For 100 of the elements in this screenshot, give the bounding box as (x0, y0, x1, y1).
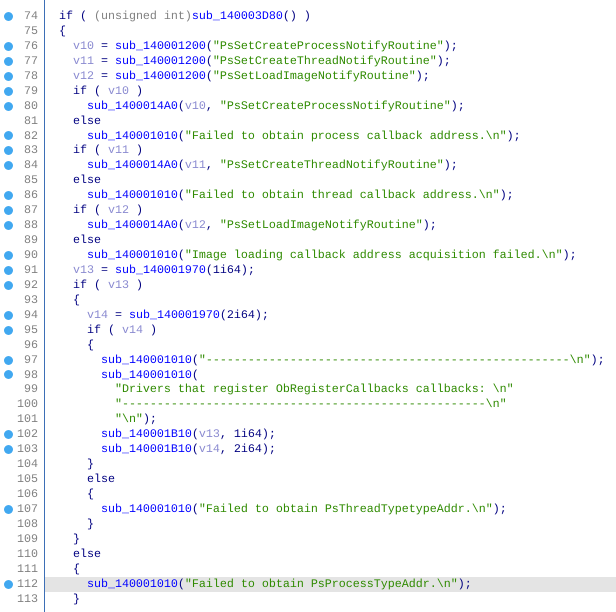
code-line: { (86, 487, 95, 502)
line-number: 106 (16, 487, 39, 502)
code-line: } (86, 457, 95, 472)
code-line: else (86, 472, 116, 487)
code-line: sub_140001010("Image loading callback address acquisition failed.\n"); (86, 248, 578, 263)
breakpoint-icon[interactable] (4, 445, 13, 454)
code-line: else (72, 546, 102, 562)
breakpoint-icon[interactable] (4, 206, 13, 216)
line-number: 84 (23, 158, 39, 174)
breakpoint-icon[interactable] (4, 504, 13, 514)
breakpoint-icon[interactable] (4, 72, 13, 81)
breakpoint-icon[interactable] (4, 102, 13, 111)
line-number: 93 (23, 292, 39, 308)
code-line: } (72, 592, 81, 606)
line-number: 88 (23, 218, 39, 234)
breakpoint-icon[interactable] (4, 161, 13, 170)
code-line: v14 = sub_140001970(2i64); (86, 308, 270, 323)
line-number: 77 (23, 54, 39, 69)
line-number: 104 (16, 457, 39, 472)
breakpoint-icon[interactable] (4, 56, 13, 66)
code-line: sub_140001B10(v13, 1i64); (100, 427, 277, 442)
code-line: v11 = sub_140001200("PsSetCreateThreadNotifyRoutine"); (72, 54, 452, 69)
code-line: if ( v14 ) (86, 322, 158, 338)
line-number: 95 (23, 322, 39, 338)
code-line: if ( v10 ) (72, 84, 144, 99)
line-number: 76 (23, 38, 39, 54)
line-number: 92 (23, 278, 39, 293)
code-line: "\n"); (114, 412, 158, 428)
line-number: 89 (23, 233, 39, 248)
line-number: 86 (23, 188, 39, 204)
line-number: 79 (23, 84, 39, 99)
breakpoint-icon[interactable] (4, 266, 13, 275)
line-number: 107 (16, 502, 39, 517)
code-line: { (72, 562, 81, 577)
code-line: sub_140001010("Failed to obtain thread callback address.\n"); (86, 188, 515, 204)
breakpoint-icon[interactable] (4, 250, 13, 260)
code-line: if ( v11 ) (72, 143, 144, 158)
code-line: if ( v12 ) (72, 203, 144, 218)
code-line: v10 = sub_140001200("PsSetCreateProcessNotifyRoutine"); (72, 38, 459, 54)
code-line: v13 = sub_140001970(1i64); (72, 262, 256, 278)
code-line: sub_1400014A0(v10, "PsSetCreateProcessNotifyRoutine"); (86, 98, 466, 114)
code-line: sub_1400014A0(v12, "PsSetLoadImageNotifyRoutine"); (86, 218, 438, 234)
line-number: 85 (23, 173, 39, 188)
line-number: 112 (16, 576, 39, 592)
code-line: if ( (unsigned int)sub_140003D80() ) (58, 9, 312, 24)
breakpoint-icon[interactable] (4, 430, 13, 440)
code-line: sub_140001010("----------------------------------------------------\n"); (100, 352, 606, 368)
breakpoint-icon[interactable] (4, 191, 13, 200)
line-number: 101 (16, 412, 39, 428)
line-number: 100 (16, 397, 39, 412)
code-line: sub_140001010("Failed to obtain process callback address.\n"); (86, 128, 522, 144)
breakpoint-icon[interactable] (4, 310, 13, 320)
breakpoint-icon[interactable] (4, 86, 13, 96)
breakpoint-icon[interactable] (4, 221, 13, 230)
line-number: 110 (16, 546, 39, 562)
line-number: 108 (16, 516, 39, 532)
breakpoint-icon[interactable] (4, 356, 13, 365)
line-number: 111 (16, 562, 39, 577)
breakpoint-icon[interactable] (4, 131, 13, 140)
line-number: 96 (23, 338, 39, 353)
breakpoint-icon[interactable] (4, 326, 13, 335)
line-number: 103 (16, 442, 39, 458)
line-number: 75 (23, 24, 39, 39)
code-line: sub_140001B10(v14, 2i64); (100, 442, 277, 458)
code-line: sub_140001010("Failed to obtain PsThreadTypetypeAddr.\n"); (100, 502, 508, 517)
line-number: 78 (23, 68, 39, 84)
line-number: 87 (23, 203, 39, 218)
line-number: 113 (16, 592, 39, 607)
breakpoint-icon[interactable] (4, 370, 13, 380)
code-line: } (72, 532, 81, 547)
code-line: "Drivers that register ObRegisterCallbacks callbacks: \n" (114, 382, 515, 398)
code-line: "----------------------------------------------------\n" (114, 397, 508, 412)
code-line: v12 = sub_140001200("PsSetLoadImageNotifyRoutine"); (72, 68, 431, 84)
breakpoint-icon[interactable] (4, 42, 13, 51)
code-line: sub_140001010( (100, 368, 200, 382)
line-number: 98 (23, 368, 39, 382)
line-number: 81 (23, 114, 39, 129)
line-number: 109 (16, 532, 39, 547)
breakpoint-icon[interactable] (4, 146, 13, 156)
code-line: { (72, 292, 81, 308)
line-number: 94 (23, 308, 39, 323)
line-number: 82 (23, 128, 39, 144)
line-number: 99 (23, 382, 39, 398)
line-number: 83 (23, 143, 39, 158)
code-line: else (72, 114, 102, 128)
code-line: else (72, 173, 102, 188)
code-line: else (72, 233, 102, 248)
code-line: { (86, 338, 95, 353)
breakpoint-icon[interactable] (4, 580, 13, 589)
breakpoint-icon[interactable] (4, 280, 13, 290)
code-line: } (86, 516, 95, 532)
breakpoint-icon[interactable] (4, 12, 13, 21)
line-number: 74 (23, 9, 39, 24)
line-number: 102 (16, 427, 39, 442)
line-number: 91 (23, 262, 39, 278)
code-line: if ( v13 ) (72, 278, 144, 293)
code-line: { (58, 24, 67, 39)
code-line: sub_1400014A0(v11, "PsSetCreateThreadNotifyRoutine"); (86, 158, 459, 174)
line-number: 90 (23, 248, 39, 263)
line-number: 105 (16, 472, 39, 488)
